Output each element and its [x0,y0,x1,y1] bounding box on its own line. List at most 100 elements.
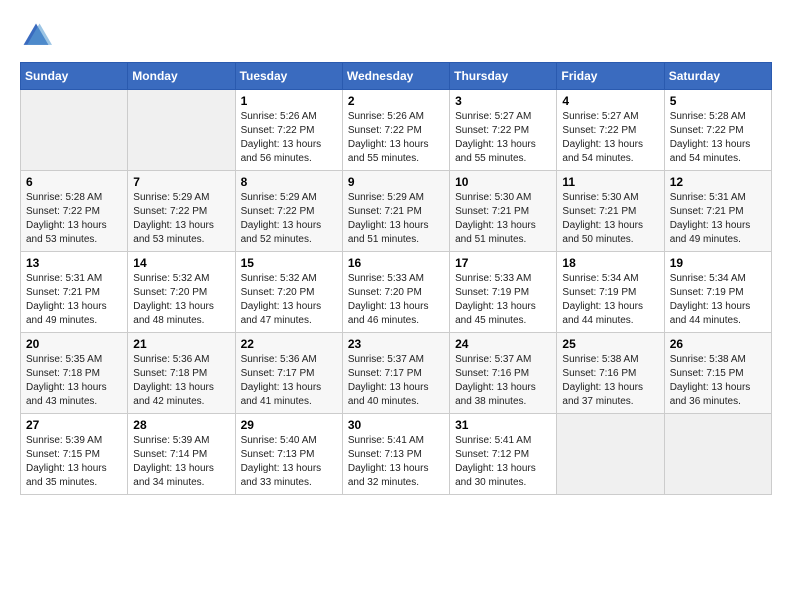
day-info: Sunrise: 5:41 AM Sunset: 7:12 PM Dayligh… [455,434,551,490]
calendar-day-cell: 12 Sunrise: 5:31 AM Sunset: 7:21 PM Dayli… [664,171,771,252]
calendar-day-cell: 3 Sunrise: 5:27 AM Sunset: 7:22 PM Daylig… [450,90,557,171]
calendar-day-cell: 22 Sunrise: 5:36 AM Sunset: 7:17 PM Dayli… [235,333,342,414]
day-info: Sunrise: 5:31 AM Sunset: 7:21 PM Dayligh… [26,272,122,328]
calendar-day-cell: 19 Sunrise: 5:34 AM Sunset: 7:19 PM Dayli… [664,252,771,333]
calendar-day-cell: 6 Sunrise: 5:28 AM Sunset: 7:22 PM Daylig… [21,171,128,252]
page-header [20,20,772,52]
day-info: Sunrise: 5:41 AM Sunset: 7:13 PM Dayligh… [348,434,444,490]
day-header: Sunday [21,63,128,90]
day-info: Sunrise: 5:35 AM Sunset: 7:18 PM Dayligh… [26,353,122,409]
day-number: 18 [562,256,658,270]
day-number: 3 [455,94,551,108]
day-info: Sunrise: 5:34 AM Sunset: 7:19 PM Dayligh… [562,272,658,328]
day-info: Sunrise: 5:38 AM Sunset: 7:15 PM Dayligh… [670,353,766,409]
calendar-week-row: 13 Sunrise: 5:31 AM Sunset: 7:21 PM Dayli… [21,252,772,333]
calendar-day-cell: 17 Sunrise: 5:33 AM Sunset: 7:19 PM Dayli… [450,252,557,333]
day-info: Sunrise: 5:26 AM Sunset: 7:22 PM Dayligh… [241,110,337,166]
day-info: Sunrise: 5:39 AM Sunset: 7:15 PM Dayligh… [26,434,122,490]
calendar-day-cell: 16Sunrise: 5:33 AM Sunset: 7:20 PM Dayli… [342,252,449,333]
day-number: 26 [670,337,766,351]
day-info: Sunrise: 5:32 AM Sunset: 7:20 PM Dayligh… [133,272,229,328]
day-number: 8 [241,175,337,189]
day-info: Sunrise: 5:26 AM Sunset: 7:22 PM Dayligh… [348,110,444,166]
day-number: 19 [670,256,766,270]
day-header: Saturday [664,63,771,90]
calendar-day-cell: 11Sunrise: 5:30 AM Sunset: 7:21 PM Dayli… [557,171,664,252]
calendar-day-cell: 30 Sunrise: 5:41 AM Sunset: 7:13 PM Dayli… [342,414,449,495]
day-info: Sunrise: 5:36 AM Sunset: 7:18 PM Dayligh… [133,353,229,409]
calendar-day-cell: 18 Sunrise: 5:34 AM Sunset: 7:19 PM Dayli… [557,252,664,333]
calendar-day-cell: 23 Sunrise: 5:37 AM Sunset: 7:17 PM Dayli… [342,333,449,414]
calendar-day-cell: 29 Sunrise: 5:40 AM Sunset: 7:13 PM Dayli… [235,414,342,495]
calendar-day-cell: 14 Sunrise: 5:32 AM Sunset: 7:20 PM Dayli… [128,252,235,333]
calendar-day-cell: 27Sunrise: 5:39 AM Sunset: 7:15 PM Dayli… [21,414,128,495]
day-info: Sunrise: 5:29 AM Sunset: 7:22 PM Dayligh… [241,191,337,247]
day-info: Sunrise: 5:34 AM Sunset: 7:19 PM Dayligh… [670,272,766,328]
day-info: Sunrise: 5:37 AM Sunset: 7:16 PM Dayligh… [455,353,551,409]
day-number: 14 [133,256,229,270]
calendar-day-cell [557,414,664,495]
day-number: 24 [455,337,551,351]
day-number: 28 [133,418,229,432]
logo-icon [20,20,52,52]
day-number: 29 [241,418,337,432]
calendar-day-cell: 31 Sunrise: 5:41 AM Sunset: 7:12 PM Dayli… [450,414,557,495]
day-info: Sunrise: 5:28 AM Sunset: 7:22 PM Dayligh… [26,191,122,247]
calendar-day-cell: 1 Sunrise: 5:26 AM Sunset: 7:22 PM Daylig… [235,90,342,171]
day-number: 21 [133,337,229,351]
calendar-week-row: 20 Sunrise: 5:35 AM Sunset: 7:18 PM Dayli… [21,333,772,414]
day-number: 30 [348,418,444,432]
day-number: 20 [26,337,122,351]
day-info: Sunrise: 5:36 AM Sunset: 7:17 PM Dayligh… [241,353,337,409]
day-header: Thursday [450,63,557,90]
calendar-day-cell: 4 Sunrise: 5:27 AM Sunset: 7:22 PM Daylig… [557,90,664,171]
day-number: 23 [348,337,444,351]
day-info: Sunrise: 5:39 AM Sunset: 7:14 PM Dayligh… [133,434,229,490]
day-number: 13 [26,256,122,270]
day-number: 7 [133,175,229,189]
day-info: Sunrise: 5:33 AM Sunset: 7:19 PM Dayligh… [455,272,551,328]
day-number: 1 [241,94,337,108]
day-info: Sunrise: 5:27 AM Sunset: 7:22 PM Dayligh… [562,110,658,166]
calendar-day-cell [128,90,235,171]
day-info: Sunrise: 5:29 AM Sunset: 7:21 PM Dayligh… [348,191,444,247]
day-number: 31 [455,418,551,432]
calendar-day-cell: 24 Sunrise: 5:37 AM Sunset: 7:16 PM Dayli… [450,333,557,414]
calendar-day-cell: 15Sunrise: 5:32 AM Sunset: 7:20 PM Dayli… [235,252,342,333]
day-header: Monday [128,63,235,90]
day-info: Sunrise: 5:29 AM Sunset: 7:22 PM Dayligh… [133,191,229,247]
day-number: 6 [26,175,122,189]
day-info: Sunrise: 5:38 AM Sunset: 7:16 PM Dayligh… [562,353,658,409]
day-number: 22 [241,337,337,351]
calendar-week-row: 6 Sunrise: 5:28 AM Sunset: 7:22 PM Daylig… [21,171,772,252]
day-info: Sunrise: 5:30 AM Sunset: 7:21 PM Dayligh… [455,191,551,247]
day-number: 4 [562,94,658,108]
calendar-day-cell: 26 Sunrise: 5:38 AM Sunset: 7:15 PM Dayli… [664,333,771,414]
day-info: Sunrise: 5:33 AM Sunset: 7:20 PM Dayligh… [348,272,444,328]
calendar-day-cell [664,414,771,495]
logo [20,20,56,52]
day-number: 5 [670,94,766,108]
day-info: Sunrise: 5:27 AM Sunset: 7:22 PM Dayligh… [455,110,551,166]
calendar-day-cell: 25Sunrise: 5:38 AM Sunset: 7:16 PM Dayli… [557,333,664,414]
calendar-day-cell: 13 Sunrise: 5:31 AM Sunset: 7:21 PM Dayli… [21,252,128,333]
day-number: 9 [348,175,444,189]
day-number: 12 [670,175,766,189]
day-header: Wednesday [342,63,449,90]
day-header: Tuesday [235,63,342,90]
calendar-day-cell: 10 Sunrise: 5:30 AM Sunset: 7:21 PM Dayli… [450,171,557,252]
day-info: Sunrise: 5:37 AM Sunset: 7:17 PM Dayligh… [348,353,444,409]
calendar-day-cell: 28 Sunrise: 5:39 AM Sunset: 7:14 PM Dayli… [128,414,235,495]
day-info: Sunrise: 5:30 AM Sunset: 7:21 PM Dayligh… [562,191,658,247]
day-info: Sunrise: 5:28 AM Sunset: 7:22 PM Dayligh… [670,110,766,166]
day-number: 17 [455,256,551,270]
day-number: 10 [455,175,551,189]
calendar-day-cell: 20 Sunrise: 5:35 AM Sunset: 7:18 PM Dayli… [21,333,128,414]
day-info: Sunrise: 5:40 AM Sunset: 7:13 PM Dayligh… [241,434,337,490]
calendar-table: SundayMondayTuesdayWednesdayThursdayFrid… [20,62,772,495]
day-info: Sunrise: 5:31 AM Sunset: 7:21 PM Dayligh… [670,191,766,247]
day-info: Sunrise: 5:32 AM Sunset: 7:20 PM Dayligh… [241,272,337,328]
calendar-day-cell: 9 Sunrise: 5:29 AM Sunset: 7:21 PM Daylig… [342,171,449,252]
calendar-day-cell: 2Sunrise: 5:26 AM Sunset: 7:22 PM Daylig… [342,90,449,171]
calendar-week-row: 1 Sunrise: 5:26 AM Sunset: 7:22 PM Daylig… [21,90,772,171]
